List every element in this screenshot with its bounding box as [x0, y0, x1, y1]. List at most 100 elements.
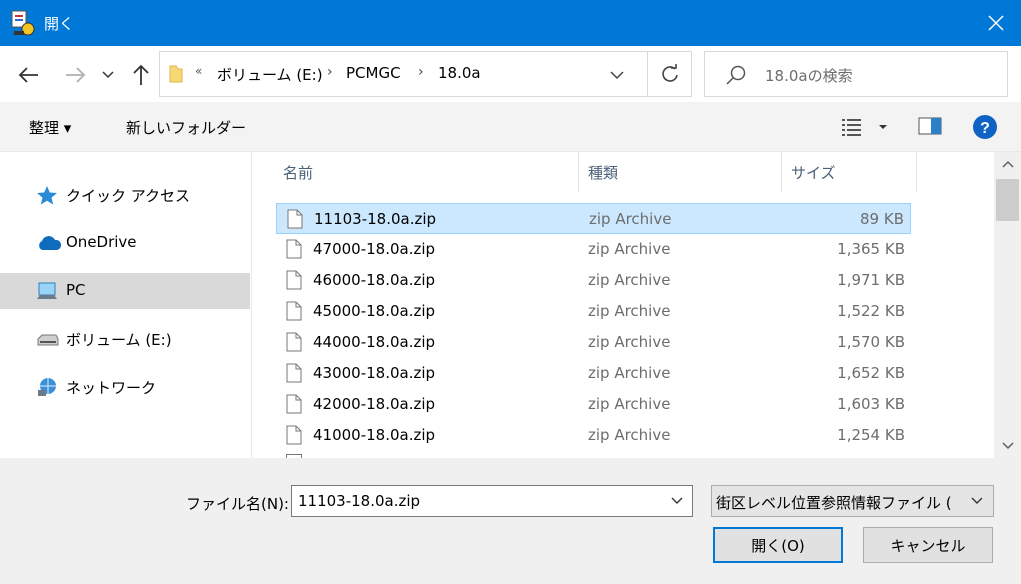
- file-list: 名前 種類 サイズ 11103-18.0a.zip zip Archive 89…: [252, 152, 994, 458]
- table-row[interactable]: 42000-18.0a.zip zip Archive 1,603 KB: [276, 389, 911, 420]
- file-size: 1,603 KB: [837, 395, 905, 413]
- file-size: 1,570 KB: [837, 333, 905, 351]
- arrow-right-icon: [66, 67, 86, 83]
- recent-locations-button[interactable]: [96, 60, 120, 90]
- filename-label: ファイル名(N):: [186, 495, 289, 513]
- open-button[interactable]: 開く(O): [713, 527, 843, 563]
- chevron-up-icon: [1001, 160, 1014, 168]
- file-type-filter[interactable]: 街区レベル位置参照情報ファイル (: [711, 485, 994, 517]
- folder-icon: [168, 64, 184, 88]
- file-type: zip Archive: [589, 210, 672, 228]
- column-divider[interactable]: [916, 152, 917, 192]
- sidebar-item-network[interactable]: ネットワーク: [0, 369, 250, 405]
- scroll-thumb[interactable]: [996, 179, 1019, 221]
- column-divider[interactable]: [781, 152, 782, 192]
- file-type: zip Archive: [588, 271, 671, 289]
- filename-field[interactable]: 11103-18.0a.zip: [291, 485, 693, 517]
- breadcrumb-separator[interactable]: ›: [418, 64, 424, 80]
- breadcrumb-current[interactable]: 18.0a: [438, 64, 481, 82]
- dialog-footer: ファイル名(N): 11103-18.0a.zip 街区レベル位置参照情報ファイ…: [0, 458, 1021, 584]
- address-overflow[interactable]: «: [195, 64, 202, 78]
- file-icon: [286, 394, 302, 418]
- file-type: zip Archive: [588, 333, 671, 351]
- new-folder-button[interactable]: 新しいフォルダー: [126, 117, 246, 138]
- file-size: 1,971 KB: [837, 271, 905, 289]
- file-size: 1,522 KB: [837, 302, 905, 320]
- file-icon: [286, 270, 302, 294]
- cancel-button[interactable]: キャンセル: [863, 527, 993, 563]
- forward-button[interactable]: [60, 60, 90, 90]
- breadcrumb-pcmgc[interactable]: PCMGC: [346, 64, 401, 82]
- chevron-down-icon: [610, 70, 624, 79]
- column-header-name[interactable]: 名前: [283, 162, 313, 183]
- table-row[interactable]: 11103-18.0a.zip zip Archive 89 KB: [276, 203, 911, 234]
- file-name: 41000-18.0a.zip: [313, 426, 436, 444]
- scroll-up-button[interactable]: [994, 152, 1021, 176]
- chevron-down-icon: [671, 497, 683, 504]
- column-divider[interactable]: [578, 152, 579, 192]
- file-size: 1,652 KB: [837, 364, 905, 382]
- table-row[interactable]: 44000-18.0a.zip zip Archive 1,570 KB: [276, 327, 911, 358]
- file-name: 42000-18.0a.zip: [313, 395, 436, 413]
- table-row[interactable]: 47000-18.0a.zip zip Archive 1,365 KB: [276, 234, 911, 265]
- details-view-icon: [842, 119, 887, 136]
- file-type: zip Archive: [588, 395, 671, 413]
- file-name: 45000-18.0a.zip: [313, 302, 436, 320]
- up-button[interactable]: [126, 60, 156, 90]
- network-icon: [36, 377, 60, 397]
- scroll-down-button[interactable]: [994, 434, 1021, 458]
- file-type: zip Archive: [588, 364, 671, 382]
- chevron-down-icon: [971, 497, 983, 504]
- filter-dropdown-button[interactable]: [967, 492, 987, 510]
- column-header-size[interactable]: サイズ: [791, 162, 836, 183]
- arrow-left-icon: [18, 67, 38, 83]
- file-type: zip Archive: [588, 302, 671, 320]
- help-button[interactable]: ?: [972, 114, 998, 140]
- file-type-filter-value: 街区レベル位置参照情報ファイル (: [716, 494, 952, 512]
- sidebar-item-volume-e[interactable]: ボリューム (E:): [0, 321, 250, 357]
- file-icon: [287, 209, 303, 233]
- vertical-scrollbar[interactable]: [994, 152, 1021, 458]
- app-icon: [10, 9, 38, 37]
- sidebar-item-pc[interactable]: PC: [0, 273, 250, 309]
- chevron-down-icon: [102, 71, 114, 79]
- table-row[interactable]: 45000-18.0a.zip zip Archive 1,522 KB: [276, 296, 911, 327]
- sidebar-item-onedrive[interactable]: OneDrive: [0, 225, 250, 261]
- window-title: 開く: [44, 15, 75, 33]
- drive-icon: [36, 329, 60, 349]
- file-icon: [286, 239, 302, 263]
- table-row[interactable]: 41000-18.0a.zip zip Archive 1,254 KB: [276, 420, 911, 451]
- column-header-type[interactable]: 種類: [588, 162, 618, 183]
- refresh-button[interactable]: [648, 52, 692, 96]
- back-button[interactable]: [14, 60, 44, 90]
- breadcrumb-separator[interactable]: ›: [327, 64, 333, 80]
- close-button[interactable]: [970, 0, 1021, 46]
- organize-button[interactable]: 整理 ▾: [29, 117, 71, 138]
- breadcrumb-volume[interactable]: ボリューム (E:): [217, 64, 323, 85]
- refresh-icon: [662, 64, 678, 82]
- sidebar-item-label: PC: [66, 281, 86, 299]
- view-options-button[interactable]: [840, 114, 892, 140]
- file-icon: [286, 363, 302, 387]
- preview-pane-button[interactable]: [917, 114, 945, 140]
- file-icon: [286, 301, 302, 325]
- file-type: zip Archive: [588, 426, 671, 444]
- help-icon: ?: [973, 115, 997, 139]
- file-name: 43000-18.0a.zip: [313, 364, 436, 382]
- file-icon: [286, 332, 302, 356]
- search-placeholder: 18.0aの検索: [765, 67, 853, 85]
- cloud-icon: [36, 233, 62, 253]
- filename-history-button[interactable]: [667, 492, 687, 510]
- sidebar-item-label: ボリューム (E:): [66, 331, 172, 349]
- address-bar[interactable]: « ボリューム (E:) › PCMGC › 18.0a: [159, 51, 692, 97]
- filename-value: 11103-18.0a.zip: [298, 492, 421, 510]
- chevron-down-icon: [1001, 442, 1014, 450]
- address-dropdown-button[interactable]: [605, 65, 629, 85]
- table-row[interactable]: 46000-18.0a.zip zip Archive 1,971 KB: [276, 265, 911, 296]
- file-type: zip Archive: [588, 240, 671, 258]
- search-input[interactable]: 18.0aの検索: [704, 51, 1008, 97]
- table-row[interactable]: 43000-18.0a.zip zip Archive 1,652 KB: [276, 358, 911, 389]
- file-size: 1,365 KB: [837, 240, 905, 258]
- file-name: 47000-18.0a.zip: [313, 240, 436, 258]
- sidebar-item-quick-access[interactable]: クイック アクセス: [0, 177, 250, 213]
